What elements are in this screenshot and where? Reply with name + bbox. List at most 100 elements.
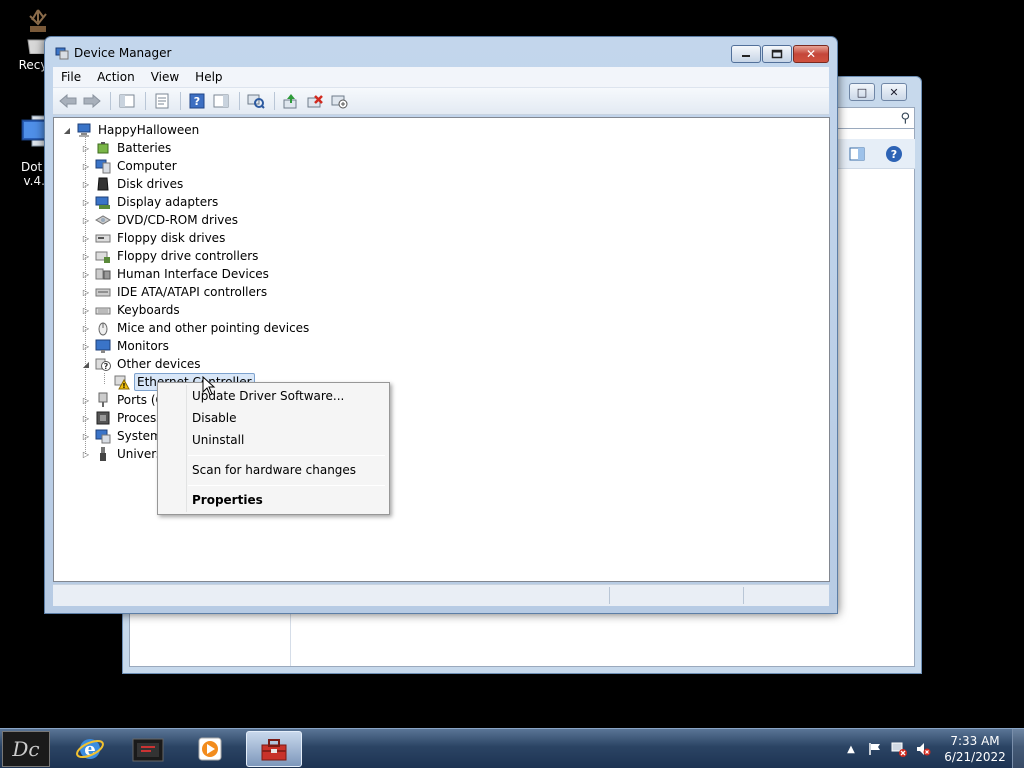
- taskbar-device-manager[interactable]: [246, 731, 302, 767]
- svg-text:!: !: [122, 382, 125, 390]
- taskbar-folder-app[interactable]: [120, 731, 176, 767]
- uninstall-menu-item[interactable]: Uninstall: [192, 430, 244, 450]
- menu-help[interactable]: Help: [187, 70, 230, 84]
- expand-arrow-icon[interactable]: ▷: [81, 288, 91, 297]
- forward-arrow-icon: [83, 94, 101, 108]
- scan-hardware-button[interactable]: [245, 90, 267, 112]
- other-devices-icon: ?: [95, 356, 111, 372]
- tree-category[interactable]: ▷ System: [81, 427, 164, 445]
- tree-category[interactable]: ▷ Floppy disk drives: [81, 229, 227, 247]
- show-desktop-button[interactable]: [1012, 729, 1024, 768]
- action-pane-button[interactable]: [210, 90, 232, 112]
- tree-category[interactable]: ▷ Mice and other pointing devices: [81, 319, 311, 337]
- show-hidden-icons-icon[interactable]: ▲: [842, 740, 860, 758]
- menu-action[interactable]: Action: [89, 70, 143, 84]
- menu-separator: [188, 485, 385, 486]
- tree-category[interactable]: ▷ Display adapters: [81, 193, 220, 211]
- svg-text:?: ?: [104, 362, 109, 371]
- window-title: Device Manager: [74, 46, 172, 60]
- clock[interactable]: 7:33 AM 6/21/2022: [940, 733, 1010, 765]
- update-driver-button[interactable]: [280, 90, 302, 112]
- expand-arrow-icon[interactable]: ▷: [81, 162, 91, 171]
- properties-toolbar-button[interactable]: [151, 90, 173, 112]
- forward-button[interactable]: [81, 90, 103, 112]
- uninstall-button[interactable]: [304, 90, 326, 112]
- tree-category[interactable]: ▷ IDE ATA/ATAPI controllers: [81, 283, 269, 301]
- background-close-button[interactable]: ✕: [881, 83, 907, 101]
- expand-arrow-icon[interactable]: ▷: [81, 414, 91, 423]
- action-center-flag-icon[interactable]: [866, 740, 884, 758]
- expand-arrow-icon[interactable]: ▷: [81, 234, 91, 243]
- collapse-arrow-icon[interactable]: ◢: [62, 126, 72, 135]
- pane-icon[interactable]: [849, 147, 865, 161]
- scan-hardware-menu-item[interactable]: Scan for hardware changes: [192, 460, 356, 480]
- taskbar-media-player[interactable]: [182, 731, 238, 767]
- svg-text:?: ?: [194, 95, 200, 108]
- restore-icon: [771, 49, 783, 59]
- tree-category[interactable]: ▷ Human Interface Devices: [81, 265, 271, 283]
- title-bar[interactable]: Device Manager ✕: [45, 37, 837, 67]
- properties-menu-item[interactable]: Properties: [192, 490, 263, 510]
- disable-menu-item[interactable]: Disable: [192, 408, 237, 428]
- help-toolbar-button[interactable]: ?: [186, 90, 208, 112]
- expand-arrow-icon[interactable]: ▷: [81, 216, 91, 225]
- expand-arrow-icon[interactable]: ▷: [81, 450, 91, 459]
- start-logo: Dc: [12, 737, 40, 761]
- tree-category[interactable]: ▷ Ports (C: [81, 391, 166, 409]
- disable-device-button[interactable]: [328, 90, 350, 112]
- menu-file[interactable]: File: [53, 70, 89, 84]
- status-divider: [743, 587, 744, 604]
- volume-muted-icon[interactable]: [914, 740, 932, 758]
- taskbar-internet-explorer[interactable]: e: [62, 731, 118, 767]
- expand-arrow-icon[interactable]: ▷: [81, 180, 91, 189]
- device-manager-window[interactable]: Device Manager ✕ File Action View Help ?…: [44, 36, 838, 614]
- collapse-arrow-icon[interactable]: ◢: [81, 360, 91, 369]
- expand-arrow-icon[interactable]: ▷: [81, 342, 91, 351]
- system-device-icon: [95, 428, 111, 444]
- menu-view[interactable]: View: [143, 70, 187, 84]
- disable-device-icon: [331, 95, 348, 109]
- status-divider: [609, 587, 610, 604]
- toolbar-separator: [110, 92, 111, 110]
- port-icon: [95, 392, 111, 408]
- background-maximize-button[interactable]: □: [849, 83, 875, 101]
- warning-device-icon: !: [114, 374, 130, 390]
- tree-category[interactable]: ◢? Other devices: [81, 355, 203, 373]
- tree-category[interactable]: ▷ Disk drives: [81, 175, 185, 193]
- expand-arrow-icon[interactable]: ▷: [81, 270, 91, 279]
- expand-arrow-icon[interactable]: ▷: [81, 144, 91, 153]
- uninstall-icon: [307, 95, 323, 108]
- tree-category[interactable]: ▷ Monitors: [81, 337, 171, 355]
- close-button[interactable]: ✕: [793, 45, 829, 63]
- background-search-box[interactable]: ⚲: [829, 107, 915, 129]
- expand-arrow-icon[interactable]: ▷: [81, 306, 91, 315]
- floppy-disk-icon: [95, 230, 111, 246]
- tree-root[interactable]: ◢ HappyHalloween: [62, 121, 201, 139]
- expand-arrow-icon[interactable]: ▷: [81, 324, 91, 333]
- tree-item-label: Computer: [117, 159, 177, 173]
- toolbar-separator: [274, 92, 275, 110]
- expand-arrow-icon[interactable]: ▷: [81, 432, 91, 441]
- tree-category[interactable]: ▷ Batteries: [81, 139, 173, 157]
- start-button[interactable]: Dc: [2, 731, 50, 767]
- action-pane-icon: [213, 94, 229, 108]
- tree-item-label: Monitors: [117, 339, 169, 353]
- back-button[interactable]: [57, 90, 79, 112]
- tree-category[interactable]: ▷ Floppy drive controllers: [81, 247, 260, 265]
- tree-category[interactable]: ▷ Keyboards: [81, 301, 182, 319]
- tree-category[interactable]: ▷ Computer: [81, 157, 179, 175]
- minimize-button[interactable]: [731, 45, 761, 63]
- expand-arrow-icon[interactable]: ▷: [81, 252, 91, 261]
- internet-explorer-icon: e: [76, 739, 104, 760]
- show-hide-console-tree-button[interactable]: [116, 90, 138, 112]
- tree-item-label: Human Interface Devices: [117, 267, 269, 281]
- network-disconnected-icon[interactable]: [890, 740, 908, 758]
- maximize-button[interactable]: [762, 45, 792, 63]
- menu-bar: File Action View Help: [53, 67, 829, 88]
- clock-date: 6/21/2022: [944, 750, 1006, 764]
- expand-arrow-icon[interactable]: ▷: [81, 198, 91, 207]
- tree-item-label: Display adapters: [117, 195, 219, 209]
- expand-arrow-icon[interactable]: ▷: [81, 396, 91, 405]
- tree-category[interactable]: ▷ DVD/CD-ROM drives: [81, 211, 240, 229]
- help-icon[interactable]: ?: [885, 145, 903, 163]
